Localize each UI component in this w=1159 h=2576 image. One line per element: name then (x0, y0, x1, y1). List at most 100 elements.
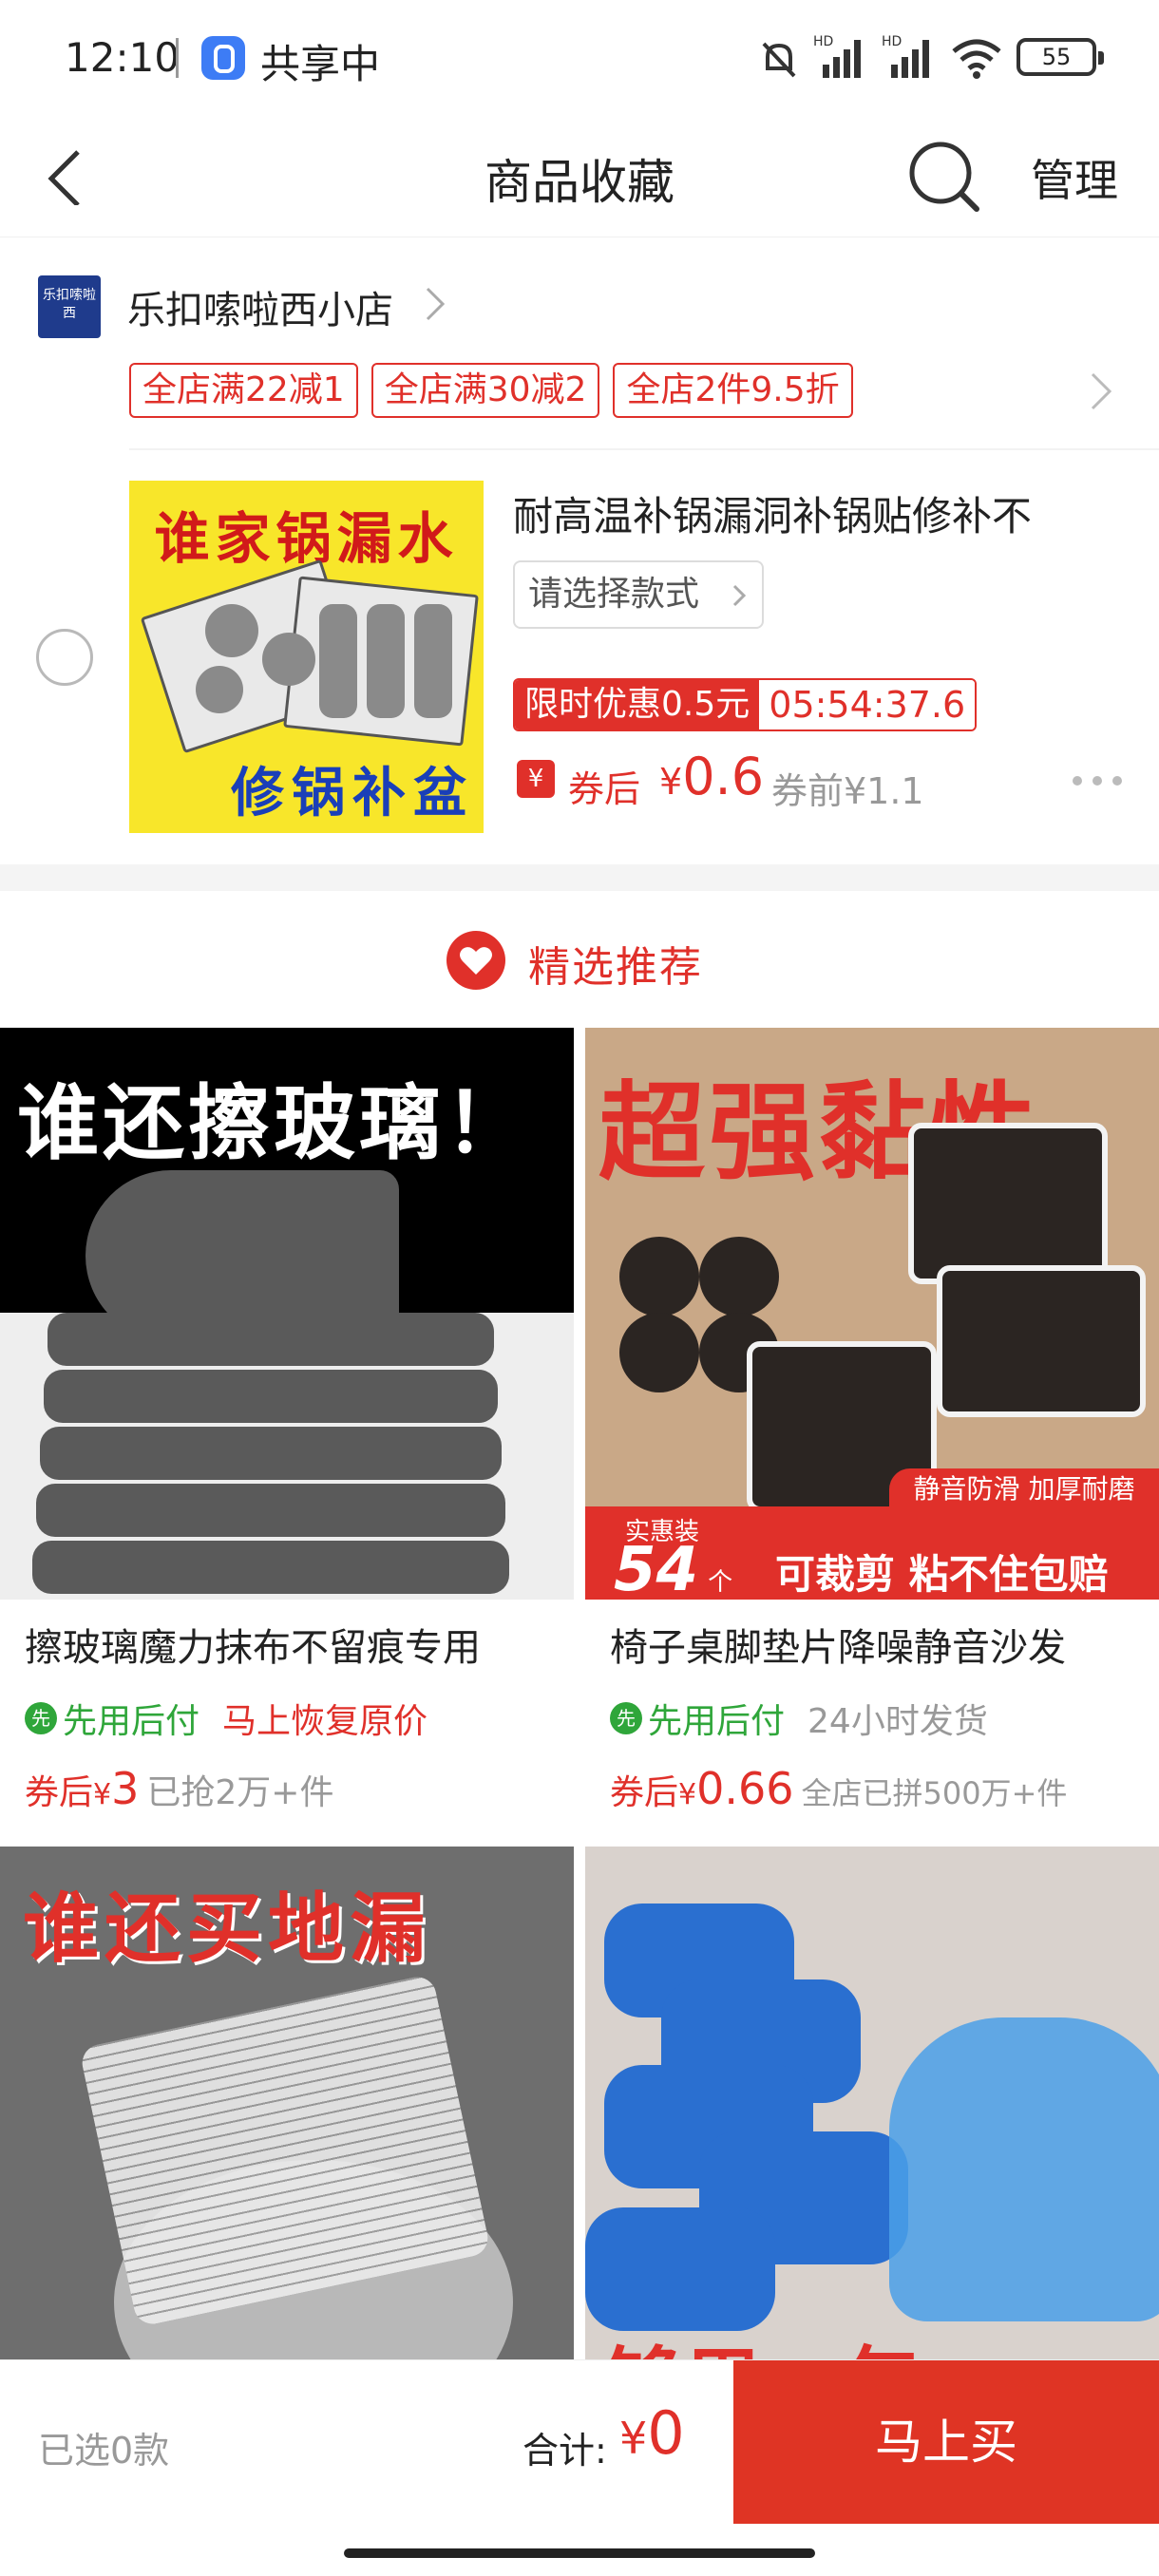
cloth-layer (36, 1484, 505, 1537)
product-image-caption: 谁还擦玻璃！ (17, 1076, 530, 1171)
product-image-caption-top: 谁家锅漏水 (154, 506, 459, 571)
felt-pad-round (699, 1237, 779, 1316)
sharing-status: 共享中 (260, 41, 381, 87)
price-yen: ¥ (678, 1778, 697, 1811)
total-yen: ¥ (619, 2413, 648, 2464)
product-image[interactable]: 够用一年 (585, 1847, 1159, 2359)
section-gap (0, 864, 1159, 891)
chevron-right-icon[interactable] (424, 285, 448, 323)
product-card[interactable]: 够用一年 (585, 1847, 1159, 2359)
select-item-radio[interactable] (36, 629, 93, 686)
price-label: 券后 (25, 1773, 94, 1812)
svg-text:HD: HD (813, 34, 833, 49)
product-card[interactable]: 谁还买地漏 (0, 1847, 574, 2359)
product-image[interactable]: 谁还买地漏 (0, 1847, 574, 2359)
store-name[interactable]: 乐扣嗦啦西小店 (127, 279, 393, 334)
patch-bar (414, 604, 452, 718)
more-options-icon[interactable] (1072, 775, 1123, 786)
nav-bar: 商品收藏 管理 (0, 116, 1159, 237)
chevron-right-icon[interactable] (1089, 370, 1115, 412)
banner-text: 可裁剪 粘不住包赔 (775, 1551, 1109, 1598)
select-style-label: 请选择款式 (528, 575, 700, 614)
product-title[interactable]: 耐高温补锅漏洞补锅贴修补不 (513, 484, 1140, 542)
pay-later-icon: 先 (610, 1702, 642, 1734)
product-title[interactable]: 椅子桌脚垫片降噪静音沙发 (610, 1617, 1142, 1672)
favorite-store-card: 乐扣嗦啦西 乐扣嗦啦西小店 全店满22减1 全店满30减2 全店2件9.5折 谁… (0, 237, 1159, 1187)
flash-sale-label: 限时优惠0.5元 (515, 680, 760, 729)
price-label: 券后 (568, 768, 641, 810)
price-value: ¥0.6 (659, 747, 764, 806)
product-title[interactable]: 擦玻璃魔力抹布不留痕专用 (25, 1617, 557, 1672)
felt-pad-round (619, 1313, 699, 1392)
page-title: 商品收藏 (484, 155, 674, 210)
sold-count: 全店已拼500万+件 (801, 1775, 1068, 1811)
signal-icon-2: HD (882, 34, 929, 78)
screen-share-icon (201, 36, 245, 80)
cloth-layer (40, 1427, 502, 1480)
price-yen: ¥ (659, 761, 683, 803)
search-icon[interactable] (904, 137, 982, 215)
product-image[interactable]: 谁家锅漏水 修锅补盆 (129, 481, 484, 833)
total-value: 0 (647, 2398, 685, 2468)
product-image-caption: 谁还买地漏 (23, 1885, 431, 1973)
home-indicator[interactable] (344, 2548, 815, 2558)
cloth-layer (48, 1313, 494, 1366)
promo-tag[interactable]: 全店满22减1 (129, 363, 358, 418)
product-image-caption: 够用一年 (604, 2321, 923, 2359)
price-value: 0.66 (696, 1763, 794, 1814)
patch-dot (205, 604, 258, 657)
promo-tag[interactable]: 全店满30减2 (370, 363, 600, 418)
promo-tag[interactable]: 全店2件9.5折 (613, 363, 853, 418)
felt-pad-sheet (908, 1123, 1108, 1284)
recommend-header: 精选推荐 (0, 891, 1159, 1028)
battery-icon: 55 (1016, 38, 1104, 76)
product-card[interactable]: 谁还擦玻璃！ 擦玻璃魔力抹布不留痕专用 先 先用后付 马上恢复原价 券后¥3 已抢… (0, 1028, 574, 1835)
countdown-timer: 05:54:37.6 (759, 680, 976, 729)
patch-bar (367, 604, 405, 718)
felt-pad-sheet (937, 1265, 1146, 1417)
shipping-tag: 24小时发货 (808, 1702, 988, 1741)
status-divider (176, 38, 179, 78)
buy-now-button[interactable]: 马上买 (733, 2360, 1159, 2524)
total-label: 合计: (522, 2430, 607, 2472)
bottom-bar: 已选0款 合计: ¥0 马上买 (0, 2359, 1159, 2576)
cloth-layer (44, 1370, 498, 1423)
price-label: 券后 (610, 1773, 679, 1812)
pay-later-tag: 先用后付 (63, 1702, 200, 1741)
patch-bar (319, 604, 357, 718)
product-tags: 先 先用后付 24小时发货 (610, 1695, 988, 1742)
price-value: 3 (111, 1763, 140, 1814)
promo-tags: 全店满22减1 全店满30减2 全店2件9.5折 (129, 363, 853, 418)
felt-pad-round (619, 1237, 699, 1316)
product-image[interactable]: 谁还擦玻璃！ (0, 1028, 574, 1600)
product-image[interactable]: 超强黏性 静音防滑 加厚耐磨 实惠装 54 个 可裁剪 粘不住包赔 (585, 1028, 1159, 1600)
flash-sale-badge: 限时优惠0.5元 05:54:37.6 (513, 678, 978, 731)
product-card[interactable]: 超强黏性 静音防滑 加厚耐磨 实惠装 54 个 可裁剪 粘不住包赔 椅子桌脚垫片降… (585, 1028, 1159, 1835)
shoe-cover (889, 2017, 1159, 2321)
promo-banner: 静音防滑 加厚耐磨 实惠装 54 个 可裁剪 粘不住包赔 (585, 1468, 1159, 1600)
pay-later-tag: 先用后付 (648, 1702, 786, 1741)
price-before-coupon: 券前¥1.1 (771, 770, 924, 812)
manage-button[interactable]: 管理 (1031, 146, 1118, 209)
status-bar: 12:10 共享中 HD HD 55 (0, 0, 1159, 116)
cloth-layer (32, 1541, 509, 1594)
banner-top-text: 静音防滑 加厚耐磨 (889, 1468, 1159, 1510)
svg-text:HD: HD (882, 34, 902, 49)
select-style-button[interactable]: 请选择款式 (513, 560, 764, 629)
patch-dot (262, 633, 315, 686)
sold-count: 已抢2万+件 (146, 1773, 334, 1812)
mute-bell-icon (762, 42, 796, 78)
signal-icon: HD (813, 34, 861, 78)
banner-unit: 个 (708, 1568, 733, 1597)
product-price: 券后¥3 已抢2万+件 (25, 1763, 333, 1820)
restore-price-tag: 马上恢复原价 (222, 1702, 428, 1741)
total-price: ¥0 (619, 2398, 685, 2468)
wifi-icon (952, 39, 1001, 79)
pay-later-icon: 先 (25, 1702, 57, 1734)
price-yen: ¥ (93, 1778, 112, 1811)
selected-count: 已选0款 (38, 2430, 170, 2472)
product-tags: 先 先用后付 马上恢复原价 (25, 1695, 428, 1742)
patch-dot (196, 666, 243, 713)
divider (129, 448, 1159, 450)
banner-number: 54 (614, 1535, 699, 1600)
